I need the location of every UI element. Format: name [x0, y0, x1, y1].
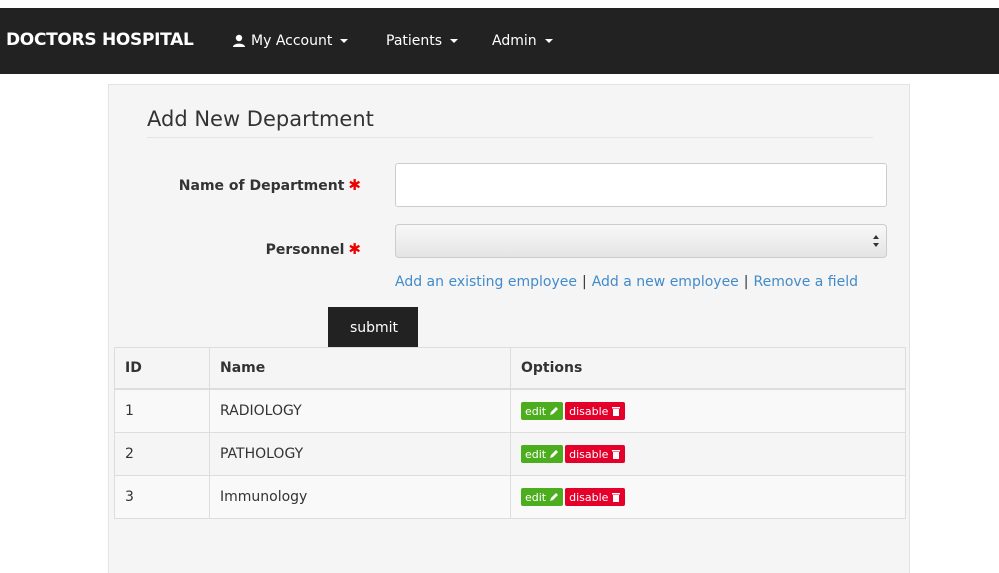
chevron-down-icon [340, 39, 349, 43]
row-name: RADIOLOGY [209, 388, 511, 433]
table-row: 1 RADIOLOGY edit disable [114, 388, 906, 433]
personnel-label: Personnel ✱ [169, 240, 361, 258]
link-separator: | [743, 274, 749, 290]
table-row: 2 PATHOLOGY edit disable [114, 432, 906, 476]
disable-button[interactable]: disable [565, 445, 626, 463]
disable-label: disable [569, 490, 609, 504]
table-header-row: ID Name Options [114, 347, 906, 390]
add-existing-employee-link[interactable]: Add an existing employee [395, 274, 577, 290]
department-name-input[interactable] [395, 163, 887, 207]
edit-label: edit [525, 490, 547, 504]
brand-logo[interactable]: DOCTORS HOSPITAL [6, 30, 194, 50]
nav-patients[interactable]: Patients [386, 33, 459, 49]
trash-icon [612, 493, 621, 502]
edit-button[interactable]: edit [521, 488, 564, 506]
user-icon [233, 34, 245, 47]
column-header-id: ID [114, 347, 210, 390]
top-navbar: DOCTORS HOSPITAL My Account Patients Adm… [0, 8, 999, 74]
column-header-name: Name [209, 347, 511, 390]
select-arrows-icon [873, 235, 879, 247]
row-options: edit disable [510, 432, 906, 476]
nav-patients-label: Patients [386, 33, 443, 49]
personnel-links: Add an existing employee | Add a new emplo… [395, 274, 858, 290]
row-id: 1 [114, 388, 210, 433]
link-separator: | [582, 274, 587, 290]
column-header-options: Options [510, 347, 906, 390]
personnel-label-text: Personnel [265, 242, 345, 258]
remove-field-link[interactable]: Remove a field [754, 274, 859, 290]
required-icon: ✱ [348, 176, 361, 194]
row-options: edit disable [510, 475, 906, 519]
required-icon: ✱ [348, 240, 361, 258]
form-title: Add New Department [147, 107, 873, 138]
departments-table: ID Name Options 1 RADIOLOGY edit disable [114, 347, 906, 519]
disable-button[interactable]: disable [565, 488, 626, 506]
name-label-text: Name of Department [178, 178, 345, 194]
submit-button[interactable]: submit [328, 307, 418, 348]
edit-button[interactable]: edit [521, 445, 564, 463]
table-row: 3 Immunology edit disable [114, 475, 906, 519]
department-panel: Add New Department Name of Department ✱ P… [108, 84, 910, 573]
chevron-down-icon [544, 39, 553, 43]
pencil-icon [550, 493, 559, 501]
disable-button[interactable]: disable [565, 402, 626, 420]
nav-admin-label: Admin [492, 33, 537, 49]
add-new-employee-link[interactable]: Add a new employee [592, 274, 739, 290]
nav-admin[interactable]: Admin [492, 33, 553, 49]
row-options: edit disable [510, 388, 906, 433]
row-id: 2 [114, 432, 210, 476]
row-name: Immunology [209, 475, 511, 519]
page-title: Add New Department [147, 107, 911, 144]
row-name: PATHOLOGY [209, 432, 511, 476]
personnel-select[interactable] [395, 224, 887, 258]
pencil-icon [550, 407, 559, 415]
edit-label: edit [525, 404, 547, 418]
disable-label: disable [569, 447, 609, 461]
nav-my-account-label: My Account [251, 33, 333, 49]
edit-button[interactable]: edit [521, 402, 564, 420]
chevron-down-icon [450, 39, 459, 43]
trash-icon [612, 407, 621, 416]
disable-label: disable [569, 404, 609, 418]
pencil-icon [550, 450, 559, 458]
trash-icon [612, 450, 621, 459]
row-id: 3 [114, 475, 210, 519]
edit-label: edit [525, 447, 547, 461]
nav-my-account[interactable]: My Account [232, 33, 349, 49]
name-of-department-label: Name of Department ✱ [169, 176, 361, 194]
